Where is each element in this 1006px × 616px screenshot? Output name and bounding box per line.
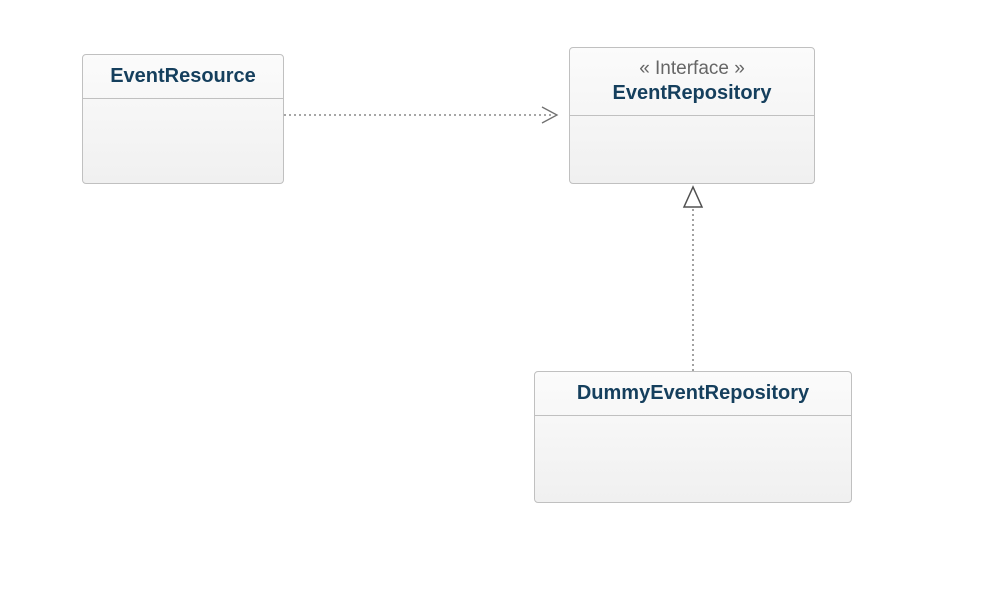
class-name: EventResource [101, 65, 265, 88]
dependency-arrow [284, 100, 574, 130]
class-header: DummyEventRepository [535, 372, 851, 416]
realization-arrow [678, 185, 708, 375]
class-body [535, 416, 851, 502]
class-event-resource: EventResource [82, 54, 284, 184]
class-body [83, 99, 283, 183]
class-name: EventRepository [588, 82, 796, 105]
class-header: EventResource [83, 55, 283, 99]
class-name: DummyEventRepository [553, 382, 833, 405]
class-event-repository: « Interface » EventRepository [569, 47, 815, 184]
class-header: « Interface » EventRepository [570, 48, 814, 116]
class-dummy-event-repository: DummyEventRepository [534, 371, 852, 503]
class-stereotype: « Interface » [588, 58, 796, 80]
class-body [570, 116, 814, 183]
